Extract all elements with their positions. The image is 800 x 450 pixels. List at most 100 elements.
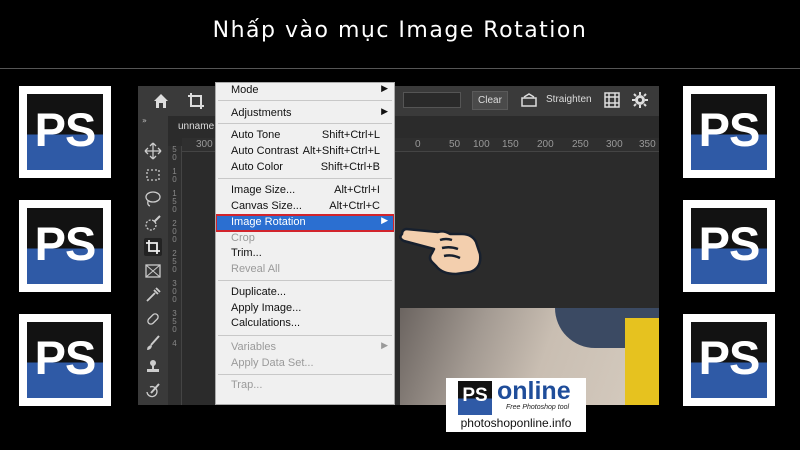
ruler-tick: 0 [415,139,421,150]
menu-item-duplicate[interactable]: Duplicate... [216,285,394,301]
photo-region [625,318,659,405]
menu-item-auto-contrast[interactable]: Auto Contrast Alt+Shift+Ctrl+L [216,144,394,160]
menu-item-label: Crop [231,232,255,244]
menu-item-crop: Crop [216,231,394,247]
menu-item-shortcut: Shift+Ctrl+L [321,129,380,141]
ruler-tick: 0 [172,153,177,162]
menu-item-label: Auto Contrast [231,145,299,157]
ruler-tick: 300 [606,139,623,150]
history-brush-tool-icon[interactable] [144,382,162,400]
menu-item-label: Apply Data Set... [231,357,314,369]
menu-item-image-rotation[interactable]: Image Rotation ▶ [216,214,394,232]
menu-item-label: Auto Tone [231,129,281,141]
submenu-arrow-icon: ▶ [381,106,388,116]
ruler-tick: 200 [537,139,554,150]
watermark-logo: PS online Free Photoshop tool photoshopo… [446,377,586,432]
menu-item-calculations[interactable]: Calculations... [216,316,394,332]
ps-logo-text: PS [34,331,97,384]
menu-item-label: Apply Image... [231,302,302,314]
move-tool-icon[interactable] [144,142,162,160]
ruler-tick: 100 [473,139,490,150]
menu-item-canvas-size[interactable]: Canvas Size... Alt+Ctrl+C [216,199,394,215]
brush-tool-icon[interactable] [144,334,162,352]
ruler-tick: 0 [172,295,177,304]
home-icon[interactable] [152,92,170,110]
menu-item-adjustments[interactable]: Adjustments ▶ [216,106,394,122]
clone-stamp-tool-icon[interactable] [144,358,162,376]
menu-item-image-size[interactable]: Image Size... Alt+Ctrl+I [216,183,394,199]
ruler-tick: 300 [196,139,213,150]
ps-logo-text: PS [698,103,761,156]
gear-icon[interactable] [632,92,648,108]
menu-item-label: Image Rotation [231,216,306,228]
quick-selection-tool-icon[interactable] [144,214,162,232]
menu-item-apply-data-set: Apply Data Set... [216,356,394,372]
watermark-url: photoshoponline.info [460,416,572,430]
menu-item-trim[interactable]: Trim... [216,246,394,262]
ps-logo-text: PS [34,217,97,270]
ruler-tick: 0 [172,205,177,214]
menu-item-label: Mode [231,84,259,96]
image-menu: Mode ▶ Adjustments ▶ Auto Tone Shift+Ctr… [215,82,395,405]
pointing-hand-icon [399,227,482,276]
ratio-input[interactable] [403,92,461,108]
menu-separator [218,123,392,124]
menu-item-mode[interactable]: Mode ▶ [216,83,394,99]
menu-item-label: Canvas Size... [231,200,302,212]
ruler-tick: 150 [502,139,519,150]
ps-logo-tile: PS [683,200,775,292]
menu-item-trap: Trap... [216,378,394,394]
ruler-tick: 50 [449,139,461,150]
straighten-icon[interactable] [520,93,538,108]
menu-item-label: Adjustments [231,107,292,119]
menu-item-shortcut: Alt+Shift+Ctrl+L [302,145,380,157]
menu-separator [218,335,392,336]
title-divider [0,68,800,69]
eyedropper-tool-icon[interactable] [144,286,162,304]
menu-separator [218,374,392,375]
menu-separator [218,280,392,281]
ruler-tick: 350 [639,139,656,150]
menu-item-auto-tone[interactable]: Auto Tone Shift+Ctrl+L [216,128,394,144]
ps-logo-tile: PS [683,86,775,178]
watermark-online-text: online [497,377,571,405]
menu-separator [218,178,392,179]
watermark-tagline: Free Photoshop tool [506,404,570,411]
menu-item-variables: Variables ▶ [216,340,394,356]
ruler-tick: 0 [172,235,177,244]
submenu-arrow-icon: ▶ [381,215,388,225]
menu-item-auto-color[interactable]: Auto Color Shift+Ctrl+B [216,160,394,176]
menu-item-reveal-all: Reveal All [216,262,394,278]
crop-tool-icon[interactable] [186,91,206,111]
ruler-tick: 0 [172,175,177,184]
frame-tool-icon[interactable] [144,262,162,280]
submenu-arrow-icon: ▶ [381,340,388,350]
ps-logo-tile: PS [19,200,111,292]
clear-button[interactable]: Clear [472,91,508,110]
menu-item-label: Trim... [231,247,262,259]
menu-item-apply-image[interactable]: Apply Image... [216,301,394,317]
watermark-ps-text: PS [462,385,488,406]
crop-tool-icon[interactable] [144,238,162,256]
ruler-tick: 250 [572,139,589,150]
menu-item-label: Auto Color [231,161,283,173]
menu-item-label: Duplicate... [231,286,287,298]
ruler-tick: 4 [172,339,177,348]
document-tab[interactable]: unname [168,116,218,138]
grid-overlay-icon[interactable] [604,92,620,108]
menu-item-shortcut: Alt+Ctrl+C [329,200,380,212]
marquee-tool-icon[interactable] [144,166,162,184]
menu-separator [218,100,392,101]
ps-logo-text: PS [698,331,761,384]
menu-item-shortcut: Shift+Ctrl+B [320,161,380,173]
ps-logo-text: PS [698,217,761,270]
healing-brush-tool-icon[interactable] [144,310,162,328]
menu-item-label: Calculations... [231,317,301,329]
panel-collapse-icon[interactable]: » [142,116,147,125]
ruler-tick: 0 [172,265,177,274]
ps-logo-tile: PS [683,314,775,406]
straighten-label[interactable]: Straighten [546,94,592,105]
page-title: Nhấp vào mục Image Rotation [212,18,588,43]
lasso-tool-icon[interactable] [144,190,162,208]
menu-item-label: Image Size... [231,184,296,196]
